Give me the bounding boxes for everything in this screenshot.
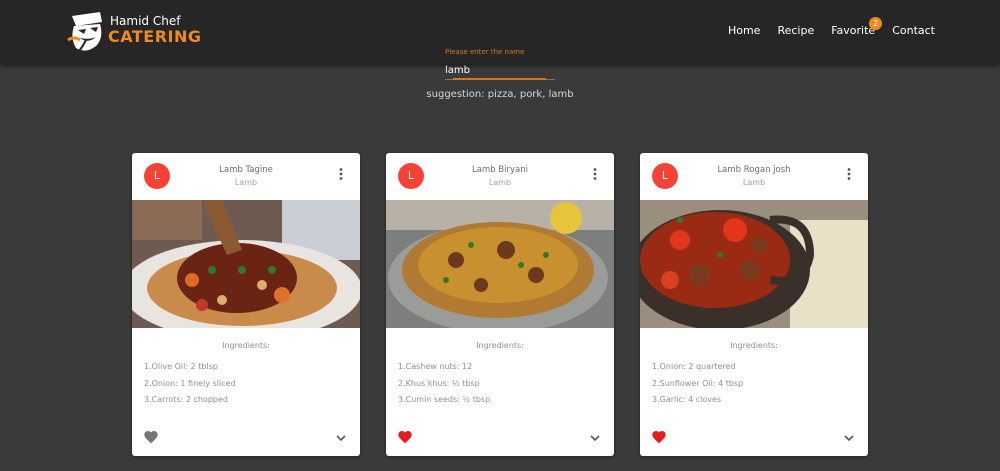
ingredient-item: 1.Olive Oil: 2 tblsp	[144, 362, 218, 371]
chevron-down-icon[interactable]	[588, 431, 602, 445]
heart-icon[interactable]	[651, 429, 667, 445]
more-vert-icon[interactable]	[842, 167, 856, 181]
card-title: Lamb Rogan josh	[717, 165, 791, 175]
heart-icon[interactable]	[397, 429, 413, 445]
recipe-card: L Lamb Biryani Lamb Ingredients: 1.Cashe…	[386, 153, 614, 456]
ingredients-title: Ingredients:	[730, 341, 778, 350]
avatar: L	[652, 163, 678, 189]
ingredient-item: 2.Khus khus: ½ tbsp	[398, 378, 480, 388]
brand-name: Hamid Chef	[110, 14, 181, 28]
ingredient-item: 3.Carrots: 2 chopped	[144, 395, 228, 404]
recipe-image	[132, 200, 360, 328]
lamb-tagine-image	[132, 200, 360, 328]
lamb-biryani-image	[386, 200, 614, 328]
card-title: Lamb Biryani	[472, 165, 528, 175]
search-field: Please enter the name	[445, 48, 555, 80]
nav-favorite[interactable]: Favorite 2	[831, 17, 883, 37]
brand-logo[interactable]: Hamid Chef CATERING	[66, 10, 216, 54]
avatar: L	[398, 163, 424, 189]
nav-contact[interactable]: Contact	[892, 24, 935, 37]
search-suggestion: suggestion: pizza, pork, lamb	[426, 89, 574, 100]
nav-recipe[interactable]: Recipe	[777, 24, 814, 37]
chef-logo-icon	[67, 12, 102, 53]
heart-icon[interactable]	[143, 429, 159, 445]
search-underline-active	[453, 78, 546, 80]
ingredient-item: 1.Cashew nuts: 12	[398, 362, 473, 371]
recipe-card: L Lamb Tagine Lamb Ingredients: 1.Olive …	[132, 153, 360, 456]
ingredient-item: 3.Garlic: 4 cloves	[652, 395, 722, 404]
ingredients-list: 1.Onion: 2 quartered 2.Sunflower Oil: 4 …	[652, 362, 743, 412]
recipe-image	[640, 200, 868, 328]
favorite-count-badge: 2	[869, 17, 883, 30]
chevron-down-icon[interactable]	[842, 431, 856, 445]
card-title: Lamb Tagine	[219, 165, 273, 175]
ingredient-item: 2.Sunflower Oil: 4 tbsp	[652, 378, 744, 388]
chevron-down-icon[interactable]	[334, 431, 348, 445]
avatar: L	[144, 163, 170, 189]
card-subtitle: Lamb	[742, 178, 766, 187]
search-label: Please enter the name	[445, 48, 525, 56]
ingredients-title: Ingredients:	[476, 341, 524, 350]
lamb-rogan-josh-image	[640, 200, 868, 328]
recipe-image	[386, 200, 614, 328]
ingredients-list: 1.Olive Oil: 2 tblsp 2.Onion: 1 finely s…	[144, 362, 236, 412]
search-input[interactable]	[445, 61, 555, 79]
ingredient-item: 1.Onion: 2 quartered	[652, 362, 736, 371]
card-subtitle: Lamb	[488, 178, 512, 187]
ingredient-item: 3.Cumin seeds: ½ tbsp	[398, 395, 491, 404]
ingredients-title: Ingredients:	[222, 341, 270, 350]
ingredient-item: 2.Onion: 1 finely sliced	[144, 378, 236, 388]
card-subtitle: Lamb	[234, 178, 258, 187]
nav-home[interactable]: Home	[728, 24, 760, 37]
more-vert-icon[interactable]	[588, 167, 602, 181]
main-nav: Home Recipe Favorite 2 Contact	[728, 17, 935, 37]
ingredients-list: 1.Cashew nuts: 12 2.Khus khus: ½ tbsp 3.…	[398, 362, 490, 412]
more-vert-icon[interactable]	[334, 167, 348, 181]
brand-subtitle: CATERING	[108, 27, 202, 46]
recipe-card: L Lamb Rogan josh Lamb Ingredients: 1.On…	[640, 153, 868, 456]
